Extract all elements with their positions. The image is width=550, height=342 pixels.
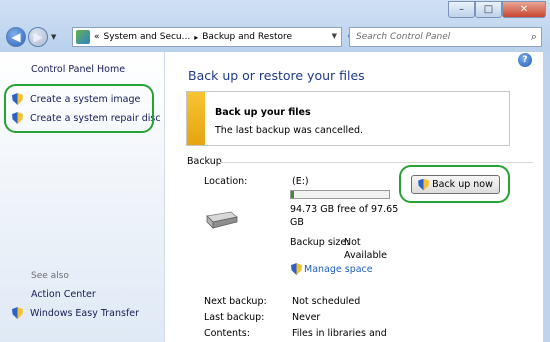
backup-size-label: Backup size:	[290, 237, 350, 248]
free-space-text: 94.73 GB free of 97.65	[290, 204, 399, 215]
help-icon[interactable]: ?	[518, 53, 532, 67]
forward-button[interactable]: ▶	[28, 27, 48, 47]
section-divider	[220, 162, 533, 163]
next-backup-label: Next backup:	[204, 296, 267, 307]
window-controls: – □ ✕	[448, 1, 546, 19]
backup-section-heading: Backup	[187, 156, 222, 167]
scrollbar-gutter	[543, 52, 550, 342]
last-backup-value: Never	[292, 312, 321, 323]
breadcrumb-backup-restore[interactable]: Backup and Restore	[202, 32, 292, 42]
minimize-button[interactable]: –	[448, 1, 475, 18]
next-backup-value: Not scheduled	[292, 296, 361, 307]
control-panel-home-link[interactable]: Control Panel Home	[31, 64, 125, 75]
recent-pages-dropdown-icon[interactable]: ▼	[51, 33, 56, 41]
arrow-left-icon: ◀	[11, 30, 21, 44]
contents-label: Contents:	[204, 328, 250, 339]
backup-size-value-cont: Available	[344, 250, 388, 261]
breadcrumb-separator-icon[interactable]: ▸	[194, 33, 198, 42]
search-icon[interactable]: ⌕	[531, 30, 537, 44]
maximize-button[interactable]: □	[475, 1, 502, 18]
location-value: (E:)	[292, 176, 309, 187]
backup-notice: Back up your files The last backup was c…	[186, 91, 510, 146]
address-dropdown-icon[interactable]: ▼	[332, 32, 337, 40]
notice-message: The last backup was cancelled.	[215, 125, 364, 136]
address-bar[interactable]: « System and Secu... ▸ Backup and Restor…	[72, 27, 342, 47]
notice-title: Back up your files	[215, 107, 311, 118]
search-input[interactable]: Search Control Panel ⌕	[349, 27, 542, 47]
control-panel-icon	[76, 30, 90, 44]
free-space-text-unit: GB	[290, 217, 304, 228]
last-backup-label: Last backup:	[204, 312, 265, 323]
location-label: Location:	[204, 176, 248, 187]
highlight-oval	[399, 165, 510, 203]
disk-usage-bar	[290, 190, 390, 199]
disk-usage-fill	[291, 191, 294, 198]
action-center-link[interactable]: Action Center	[31, 289, 96, 300]
close-button[interactable]: ✕	[502, 1, 546, 18]
navigation-buttons: ◀ ▶ ▼	[6, 27, 56, 47]
pane-divider	[164, 52, 172, 342]
warning-bar	[187, 92, 205, 145]
arrow-right-icon: ▶	[33, 30, 43, 44]
manage-space-link[interactable]: Manage space	[304, 264, 373, 275]
contents-value: Files in libraries and	[292, 328, 387, 339]
address-overflow-chevron[interactable]: «	[94, 32, 100, 42]
search-placeholder: Search Control Panel	[356, 32, 451, 42]
backup-size-value: Not	[344, 237, 361, 248]
windows-easy-transfer-link[interactable]: Windows Easy Transfer	[30, 308, 139, 319]
highlight-oval	[4, 84, 154, 133]
back-button[interactable]: ◀	[6, 27, 26, 47]
breadcrumb-system-security[interactable]: System and Secu...	[104, 32, 191, 42]
page-title: Back up or restore your files	[188, 68, 365, 83]
hard-drive-icon	[206, 211, 238, 229]
see-also-heading: See also	[31, 271, 69, 281]
